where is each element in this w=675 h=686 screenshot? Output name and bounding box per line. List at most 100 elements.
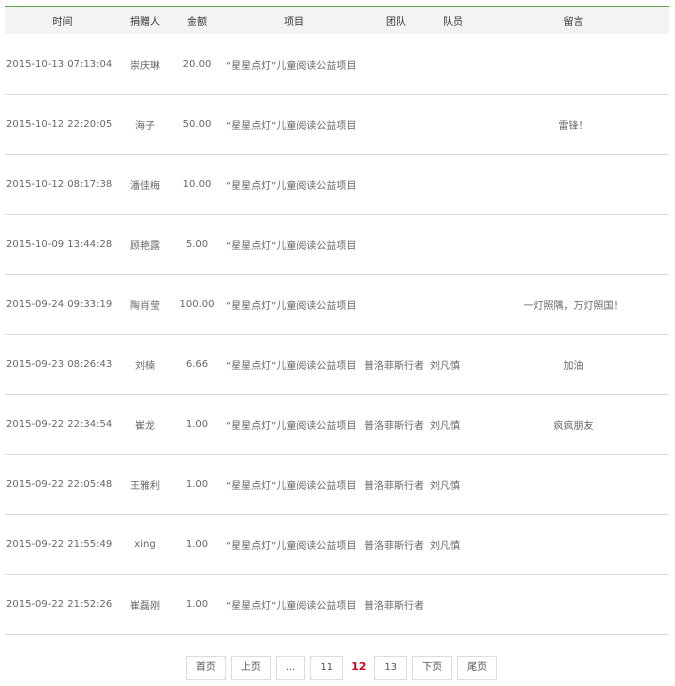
cell-donor: 崇庆琳 [120, 34, 170, 95]
table-row: 2015-09-24 09:33:19 陶肖莹 100.00 “星星点灯”儿童阅… [5, 274, 669, 335]
cell-amount: 6.66 [170, 334, 224, 395]
table-row: 2015-10-13 07:13:04 崇庆琳 20.00 “星星点灯”儿童阅读… [5, 34, 669, 95]
table-row: 2015-09-23 08:26:43 刘楠 6.66 “星星点灯”儿童阅读公益… [5, 334, 669, 395]
cell-time: 2015-10-12 08:17:38 [5, 154, 120, 215]
cell-donor: 刘楠 [120, 334, 170, 395]
cell-project: “星星点灯”儿童阅读公益项目 [224, 394, 364, 455]
cell-amount: 5.00 [170, 214, 224, 275]
cell-project: “星星点灯”儿童阅读公益项目 [224, 334, 364, 395]
cell-donor: 顾艳露 [120, 214, 170, 275]
cell-team: 普洛菲斯行者 [364, 454, 428, 515]
cell-donor: 潘佳梅 [120, 154, 170, 215]
cell-member: 刘凡慎 [428, 334, 478, 395]
pagination: 首页 上页 ... 11 12 13 下页 尾页 [0, 656, 675, 680]
table-row: 2015-10-12 22:20:05 海子 50.00 “星星点灯”儿童阅读公… [5, 94, 669, 155]
cell-message: 加油 [478, 334, 669, 395]
cell-donor: 陶肖莹 [120, 274, 170, 335]
cell-message [478, 454, 669, 515]
header-time: 时间 [5, 7, 120, 34]
cell-amount: 10.00 [170, 154, 224, 215]
header-message: 留言 [478, 7, 669, 34]
cell-time: 2015-09-22 21:52:26 [5, 574, 120, 635]
header-row: 时间 捐赠人 金额 项目 团队 队员 留言 [5, 7, 669, 34]
table-row: 2015-09-22 22:34:54 崔龙 1.00 “星星点灯”儿童阅读公益… [5, 394, 669, 455]
cell-team [364, 214, 428, 275]
cell-donor: 海子 [120, 94, 170, 155]
cell-amount: 1.00 [170, 454, 224, 515]
cell-donor: xing [120, 514, 170, 575]
page-11-button[interactable]: 11 [310, 656, 344, 680]
cell-member: 刘凡慎 [428, 514, 478, 575]
cell-team: 普洛菲斯行者 [364, 574, 428, 635]
cell-message [478, 214, 669, 275]
prev-page-button[interactable]: 上页 [230, 656, 271, 680]
table-header: 时间 捐赠人 金额 项目 团队 队员 留言 [5, 7, 669, 34]
cell-member: 刘凡慎 [428, 454, 478, 515]
table-row: 2015-09-22 21:52:26 崔磊刚 1.00 “星星点灯”儿童阅读公… [5, 574, 669, 635]
cell-time: 2015-10-09 13:44:28 [5, 214, 120, 275]
cell-member [428, 214, 478, 275]
cell-team: 普洛菲斯行者 [364, 394, 428, 455]
cell-donor: 崔磊刚 [120, 574, 170, 635]
cell-member: 刘凡慎 [428, 394, 478, 455]
cell-amount: 50.00 [170, 94, 224, 155]
cell-project: “星星点灯”儿童阅读公益项目 [224, 574, 364, 635]
header-member: 队员 [428, 7, 478, 34]
cell-project: “星星点灯”儿童阅读公益项目 [224, 214, 364, 275]
next-page-button[interactable]: 下页 [412, 656, 453, 680]
table-row: 2015-09-22 21:55:49 xing 1.00 “星星点灯”儿童阅读… [5, 514, 669, 575]
cell-time: 2015-09-24 09:33:19 [5, 274, 120, 335]
cell-message [478, 154, 669, 215]
table-row: 2015-10-12 08:17:38 潘佳梅 10.00 “星星点灯”儿童阅读… [5, 154, 669, 215]
cell-project: “星星点灯”儿童阅读公益项目 [224, 154, 364, 215]
cell-project: “星星点灯”儿童阅读公益项目 [224, 34, 364, 95]
cell-message: 一灯照隅，万灯照国！ [478, 274, 669, 335]
header-donor: 捐赠人 [120, 7, 170, 34]
donation-records: 时间 捐赠人 金额 项目 团队 队员 留言 2015-10-13 07:13:0… [5, 6, 669, 635]
current-page-indicator: 12 [348, 656, 370, 680]
cell-message: 疯疯朋友 [478, 394, 669, 455]
cell-member [428, 274, 478, 335]
cell-time: 2015-09-22 22:05:48 [5, 454, 120, 515]
cell-member [428, 154, 478, 215]
cell-time: 2015-09-23 08:26:43 [5, 334, 120, 395]
cell-project: “星星点灯”儿童阅读公益项目 [224, 94, 364, 155]
cell-amount: 1.00 [170, 394, 224, 455]
cell-donor: 王雅利 [120, 454, 170, 515]
table-row: 2015-09-22 22:05:48 王雅利 1.00 “星星点灯”儿童阅读公… [5, 454, 669, 515]
cell-team [364, 94, 428, 155]
ellipsis-button[interactable]: ... [275, 656, 306, 680]
cell-member [428, 94, 478, 155]
header-team: 团队 [364, 7, 428, 34]
donation-table: 时间 捐赠人 金额 项目 团队 队员 留言 2015-10-13 07:13:0… [5, 7, 669, 635]
cell-team [364, 34, 428, 95]
table-body: 2015-10-13 07:13:04 崇庆琳 20.00 “星星点灯”儿童阅读… [5, 34, 669, 635]
header-project: 项目 [224, 7, 364, 34]
cell-amount: 100.00 [170, 274, 224, 335]
cell-team [364, 274, 428, 335]
page-13-button[interactable]: 13 [374, 656, 408, 680]
cell-donor: 崔龙 [120, 394, 170, 455]
cell-time: 2015-09-22 21:55:49 [5, 514, 120, 575]
cell-message [478, 34, 669, 95]
cell-time: 2015-10-12 22:20:05 [5, 94, 120, 155]
cell-message: 雷锋！ [478, 94, 669, 155]
cell-team: 普洛菲斯行者 [364, 334, 428, 395]
last-page-button[interactable]: 尾页 [457, 656, 498, 680]
cell-message [478, 574, 669, 635]
cell-project: “星星点灯”儿童阅读公益项目 [224, 514, 364, 575]
header-amount: 金额 [170, 7, 224, 34]
cell-project: “星星点灯”儿童阅读公益项目 [224, 274, 364, 335]
cell-team: 普洛菲斯行者 [364, 514, 428, 575]
cell-member [428, 34, 478, 95]
cell-amount: 1.00 [170, 514, 224, 575]
cell-amount: 1.00 [170, 574, 224, 635]
cell-team [364, 154, 428, 215]
cell-message [478, 514, 669, 575]
table-row: 2015-10-09 13:44:28 顾艳露 5.00 “星星点灯”儿童阅读公… [5, 214, 669, 275]
cell-time: 2015-10-13 07:13:04 [5, 34, 120, 95]
cell-member [428, 574, 478, 635]
cell-time: 2015-09-22 22:34:54 [5, 394, 120, 455]
first-page-button[interactable]: 首页 [185, 656, 226, 680]
cell-amount: 20.00 [170, 34, 224, 95]
